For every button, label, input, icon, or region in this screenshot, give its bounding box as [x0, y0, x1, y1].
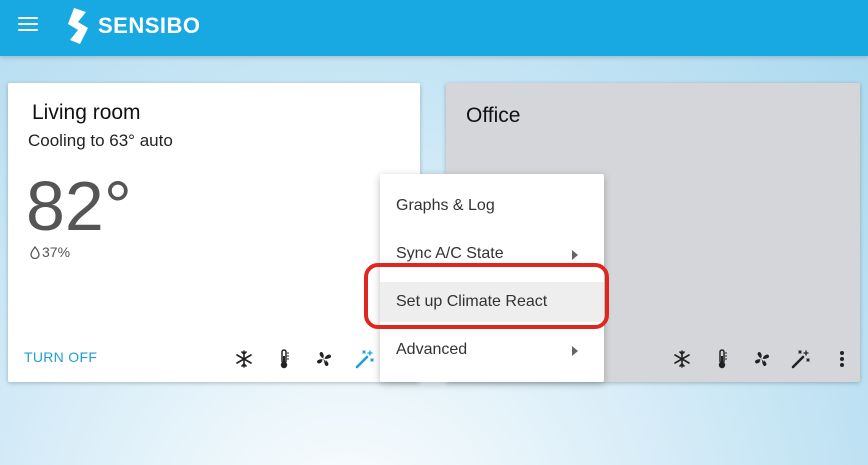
submenu-arrow-icon — [572, 250, 578, 260]
top-app-bar: SENSIBO — [0, 0, 868, 56]
menu-item-label: Sync A/C State — [396, 245, 504, 262]
more-vert-icon[interactable] — [830, 347, 854, 371]
hamburger-icon[interactable] — [18, 17, 38, 33]
brand-name: SENSIBO — [98, 13, 201, 38]
room-name: Living room — [32, 101, 141, 124]
room-humidity: 37% — [30, 244, 70, 260]
room-card-living-room[interactable]: Living room Cooling to 63° auto 82° 37% … — [8, 83, 420, 382]
room-options-menu: Graphs & Log Sync A/C State Set up Clima… — [380, 174, 604, 382]
sensibo-logo-icon — [68, 8, 88, 44]
svg-text:A: A — [322, 357, 327, 364]
menu-item-sync-ac-state[interactable]: Sync A/C State — [380, 234, 604, 274]
menu-item-graphs-log[interactable]: Graphs & Log — [380, 186, 604, 226]
droplet-icon — [30, 245, 40, 259]
fan-auto-icon[interactable]: A — [750, 347, 774, 371]
thermometer-icon[interactable] — [272, 347, 296, 371]
room-name: Office — [466, 104, 521, 127]
menu-item-label: Graphs & Log — [396, 197, 495, 214]
menu-item-set-up-climate-react[interactable]: Set up Climate React — [380, 282, 604, 322]
menu-item-label: Set up Climate React — [396, 293, 548, 310]
turn-off-button[interactable]: TURN OFF — [24, 349, 97, 365]
submenu-arrow-icon — [572, 346, 578, 356]
magic-wand-icon[interactable] — [352, 347, 376, 371]
svg-text:A: A — [760, 357, 765, 364]
snowflake-icon[interactable] — [670, 347, 694, 371]
menu-item-advanced[interactable]: Advanced — [380, 330, 604, 370]
ac-status-text: Cooling to 63° auto — [28, 131, 173, 150]
menu-item-label: Advanced — [396, 341, 468, 358]
thermometer-icon[interactable] — [710, 347, 734, 371]
snowflake-icon[interactable] — [232, 347, 256, 371]
fan-auto-icon[interactable]: A — [312, 347, 336, 371]
humidity-value: 37% — [42, 244, 71, 260]
magic-wand-icon[interactable] — [788, 347, 812, 371]
brand-logo[interactable]: SENSIBO — [66, 6, 201, 46]
room-temperature: 82° — [26, 167, 132, 245]
